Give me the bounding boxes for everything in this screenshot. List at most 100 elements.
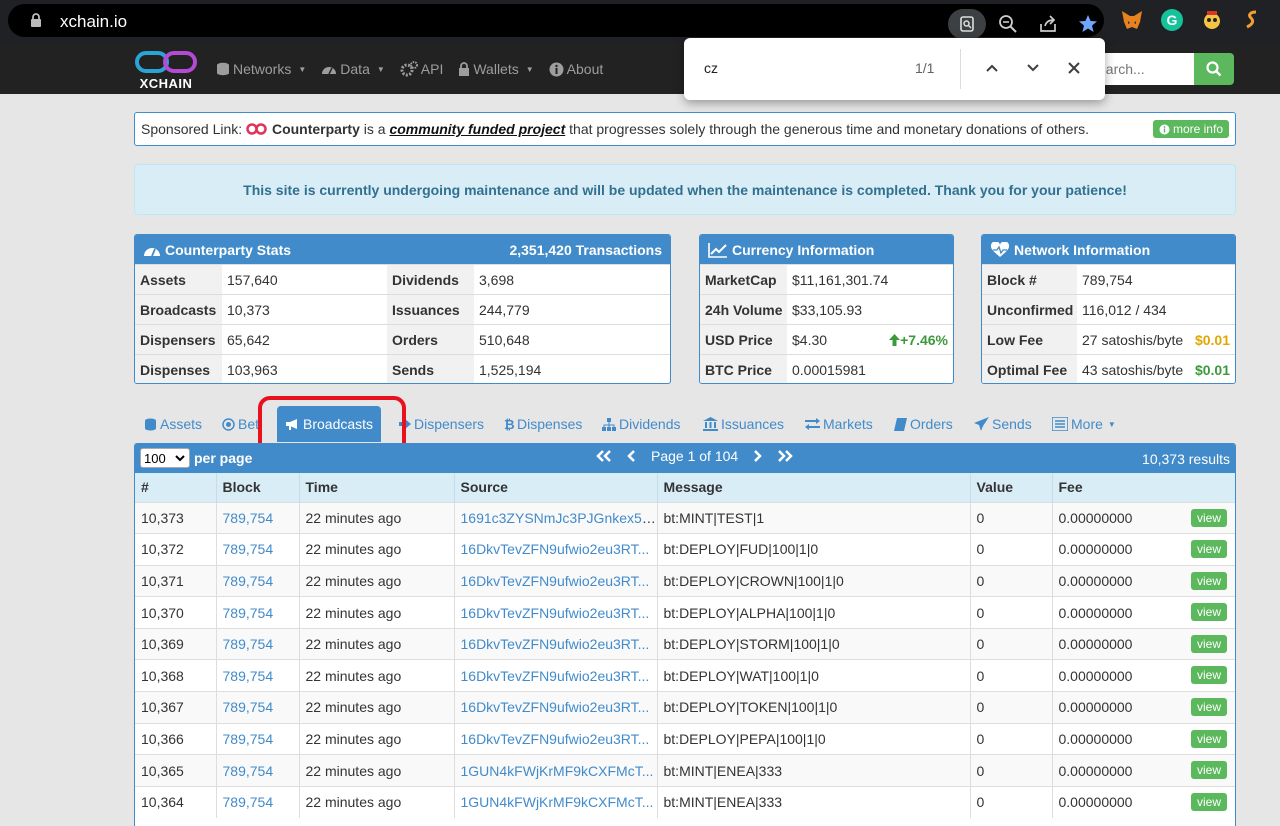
find-input[interactable]: cz <box>704 60 718 76</box>
nav-data[interactable]: Data ▼ <box>321 61 385 77</box>
source-address-link[interactable]: 16DkvTevZFN9ufwio2eu3RT... <box>461 699 650 715</box>
block-cell: 789,754 <box>215 627 299 660</box>
network-extra: $0.01 <box>1195 362 1230 378</box>
message-cell: bt:MINT|TEST|1 <box>656 501 970 534</box>
swap-icon[interactable] <box>1238 6 1266 34</box>
block-link[interactable]: 789,754 <box>223 794 274 810</box>
tab-bet[interactable]: Bet <box>222 406 259 442</box>
view-button[interactable]: view <box>1190 540 1227 559</box>
network-label: Optimal Fee <box>982 355 1077 383</box>
fee-value: 0.00000000 <box>1058 667 1133 684</box>
more-info-button[interactable]: more info <box>1152 120 1229 138</box>
url-text[interactable]: xchain.io <box>60 12 127 32</box>
grammarly-icon[interactable]: G <box>1158 6 1186 34</box>
tab-markets[interactable]: Markets <box>805 406 873 442</box>
per-page-select[interactable]: 100 <box>140 448 190 468</box>
view-button[interactable]: view <box>1190 761 1227 780</box>
source-cell: 16DkvTevZFN9ufwio2eu3RT... <box>453 659 657 692</box>
block-link[interactable]: 789,754 <box>223 668 274 684</box>
address-bar[interactable]: xchain.io <box>8 4 1104 39</box>
nav-about[interactable]: About <box>549 61 603 77</box>
search-button[interactable] <box>1194 53 1234 85</box>
view-button[interactable]: view <box>1190 792 1227 811</box>
source-address-link[interactable]: 16DkvTevZFN9ufwio2eu3RT... <box>461 605 650 621</box>
source-cell: 16DkvTevZFN9ufwio2eu3RT... <box>453 596 657 629</box>
block-link[interactable]: 789,754 <box>223 731 274 747</box>
nav-api[interactable]: API <box>400 61 443 77</box>
source-address-link[interactable]: 16DkvTevZFN9ufwio2eu3RT... <box>461 636 650 652</box>
source-address-link[interactable]: 16DkvTevZFN9ufwio2eu3RT... <box>461 668 650 684</box>
first-page-button[interactable] <box>595 450 613 462</box>
block-link[interactable]: 789,754 <box>223 541 274 557</box>
currency-value-cell: 0.00015981 <box>787 355 953 383</box>
find-next-button[interactable] <box>1021 56 1045 80</box>
block-link[interactable]: 789,754 <box>223 605 274 621</box>
find-close-button[interactable] <box>1062 56 1086 80</box>
nav-networks[interactable]: Networks ▼ <box>216 61 306 77</box>
tab-orders[interactable]: Orders <box>894 406 953 442</box>
block-link[interactable]: 789,754 <box>223 573 274 589</box>
bookmark-star-icon[interactable] <box>1068 9 1108 39</box>
view-button[interactable]: view <box>1190 508 1227 527</box>
block-link[interactable]: 789,754 <box>223 636 274 652</box>
tab-assets[interactable]: Assets <box>144 406 202 442</box>
time-cell: 22 minutes ago <box>298 596 454 629</box>
tab-more[interactable]: More ▼ <box>1052 406 1116 442</box>
source-address-link[interactable]: 16DkvTevZFN9ufwio2eu3RT... <box>461 573 650 589</box>
view-button[interactable]: view <box>1190 603 1227 622</box>
nav-wallets[interactable]: Wallets ▼ <box>458 61 534 77</box>
tab-dispenses[interactable]: ₿ Dispenses <box>504 406 582 442</box>
zoom-icon[interactable] <box>988 9 1028 39</box>
block-link[interactable]: 789,754 <box>223 699 274 715</box>
currency-row: MarketCap $11,161,301.74 <box>700 264 953 294</box>
tab-issuances[interactable]: Issuances <box>703 406 784 442</box>
source-address-link[interactable]: 1691c3ZYSNmJc3PJGnkex5f... <box>461 510 658 526</box>
search-page-icon[interactable] <box>948 9 986 39</box>
xchain-logo[interactable]: XCHAIN <box>134 49 200 93</box>
view-button[interactable]: view <box>1190 666 1227 685</box>
source-address-link[interactable]: 1GUN4kFWjKrMF9kCXFMcT... <box>461 763 654 779</box>
column-header[interactable]: Source <box>453 473 657 502</box>
message-cell: bt:DEPLOY|ALPHA|100|1|0 <box>656 596 970 629</box>
tab-dividends[interactable]: Dividends <box>602 406 680 442</box>
currency-label: 24h Volume <box>700 295 787 324</box>
view-button[interactable]: view <box>1190 729 1227 748</box>
network-label: Unconfirmed <box>982 295 1077 324</box>
view-button[interactable]: view <box>1190 571 1227 590</box>
tx-index-cell: 10,367 <box>135 691 216 724</box>
network-information-panel: Network Information Block # 789,754 Unconf… <box>981 234 1236 384</box>
view-button[interactable]: view <box>1190 634 1227 653</box>
community-funded-link[interactable]: community funded project <box>389 121 565 137</box>
fee-value: 0.00000000 <box>1058 699 1133 716</box>
sponsor-name[interactable]: Counterparty <box>272 121 360 137</box>
column-header[interactable]: Message <box>656 473 970 502</box>
share-icon[interactable] <box>1028 9 1068 39</box>
block-link[interactable]: 789,754 <box>223 510 274 526</box>
tab-dispensers[interactable]: Dispensers <box>399 406 484 442</box>
block-link[interactable]: 789,754 <box>223 763 274 779</box>
column-header[interactable]: Fee <box>1051 473 1235 502</box>
metamask-icon[interactable] <box>1118 6 1146 34</box>
last-page-button[interactable] <box>776 450 794 462</box>
broadcasts-table-panel: 100 per page Page 1 of 104 10,373 result… <box>134 443 1236 826</box>
column-header[interactable]: Value <box>969 473 1052 502</box>
find-previous-button[interactable] <box>980 56 1004 80</box>
source-address-link[interactable]: 16DkvTevZFN9ufwio2eu3RT... <box>461 731 650 747</box>
column-header[interactable]: # <box>135 473 216 502</box>
previous-page-button[interactable] <box>627 450 637 462</box>
column-header[interactable]: Time <box>298 473 454 502</box>
tab-label: Dispensers <box>414 416 485 432</box>
cogs-icon <box>400 61 418 77</box>
network-value: 27 satoshis/byte <box>1082 331 1184 348</box>
column-header[interactable]: Block <box>215 473 299 502</box>
tab-sends[interactable]: Sends <box>974 406 1032 442</box>
source-address-link[interactable]: 16DkvTevZFN9ufwio2eu3RT... <box>461 541 650 557</box>
currency-row: USD Price $4.30 +7.46% <box>700 324 953 354</box>
view-button[interactable]: view <box>1190 698 1227 717</box>
source-address-link[interactable]: 1GUN4kFWjKrMF9kCXFMcT... <box>461 794 654 810</box>
next-page-button[interactable] <box>752 450 762 462</box>
value-cell: 0 <box>969 596 1052 629</box>
search-input[interactable] <box>1090 53 1194 85</box>
lock-icon[interactable] <box>30 13 42 28</box>
extension-icon[interactable] <box>1198 6 1226 34</box>
